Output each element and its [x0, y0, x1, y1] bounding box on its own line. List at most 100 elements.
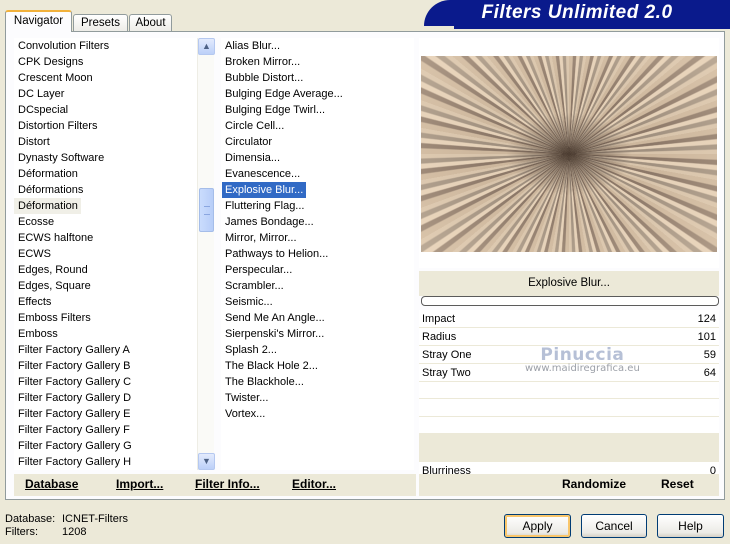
filter-item[interactable]: Evanescence... — [221, 166, 414, 182]
database-value: ICNET-Filters — [62, 513, 128, 525]
tab-about[interactable]: About — [129, 14, 172, 32]
filter-item[interactable]: Sierpenski's Mirror... — [221, 326, 414, 342]
filter-item[interactable]: Broken Mirror... — [221, 54, 414, 70]
category-item[interactable]: Filter Factory Gallery H — [14, 454, 196, 470]
help-button[interactable]: Help — [657, 514, 724, 538]
navigator-toolbar: Database Import... Filter Info... Editor… — [14, 474, 416, 496]
cancel-button[interactable]: Cancel — [581, 514, 647, 538]
category-item[interactable]: ECWS — [14, 246, 196, 262]
filter-item[interactable]: Circle Cell... — [221, 118, 414, 134]
parameter-label: Radius — [422, 331, 457, 343]
filter-item[interactable]: Vortex... — [221, 406, 414, 422]
randomize-button[interactable]: Randomize — [562, 477, 626, 491]
scrollbar-thumb[interactable] — [199, 188, 214, 232]
category-item[interactable]: Filter Factory Gallery G — [14, 438, 196, 454]
category-item[interactable]: Convolution Filters — [14, 38, 196, 54]
parameter-row[interactable]: Impact 124 — [419, 310, 719, 328]
parameter-value: 124 — [697, 313, 716, 325]
filter-item[interactable]: Perspecular... — [221, 262, 414, 278]
filter-item[interactable]: Pathways to Helion... — [221, 246, 414, 262]
filter-info-button[interactable]: Filter Info... — [195, 477, 260, 491]
app-title-banner: Filters Unlimited 2.0 — [424, 0, 730, 29]
category-item[interactable]: Crescent Moon — [14, 70, 196, 86]
category-item[interactable]: Déformations — [14, 182, 196, 198]
parameter-row[interactable] — [419, 417, 719, 434]
category-scrollbar[interactable]: ▲ ▼ — [197, 38, 215, 470]
category-item[interactable]: Filter Factory Gallery F — [14, 422, 196, 438]
category-item[interactable]: Filter Factory Gallery D — [14, 390, 196, 406]
filter-item[interactable]: Bulging Edge Twirl... — [221, 102, 414, 118]
filters-count-value: 1208 — [62, 526, 87, 538]
import-button[interactable]: Import... — [116, 477, 163, 491]
preview-frame — [419, 38, 719, 268]
filter-item[interactable]: Twister... — [221, 390, 414, 406]
parameter-label: Stray One — [422, 349, 472, 361]
filters-count-label: Filters: — [5, 526, 38, 538]
parameter-row[interactable] — [419, 382, 719, 399]
category-list[interactable]: Convolution Filters CPK Designs Crescent M… — [14, 38, 196, 470]
reset-button[interactable]: Reset — [661, 477, 694, 491]
category-item[interactable]: Emboss — [14, 326, 196, 342]
preview-toolbar: Randomize Reset — [419, 474, 719, 496]
parameter-row[interactable]: Radius 101 — [419, 328, 719, 346]
category-item[interactable]: Distortion Filters — [14, 118, 196, 134]
filter-item[interactable]: Dimensia... — [221, 150, 414, 166]
parameter-value: 64 — [703, 367, 716, 379]
category-item[interactable]: Filter Factory Gallery C — [14, 374, 196, 390]
parameter-label: Stray Two — [422, 367, 471, 379]
filter-item[interactable]: Bubble Distort... — [221, 70, 414, 86]
category-item[interactable]: Edges, Square — [14, 278, 196, 294]
filter-item[interactable]: Explosive Blur... — [221, 181, 307, 199]
filter-list[interactable]: Alias Blur... Broken Mirror... Bubble Dist… — [221, 38, 414, 470]
selected-filter-name: Explosive Blur... — [419, 271, 719, 296]
parameter-spacer — [419, 434, 719, 462]
parameter-value: 101 — [697, 331, 716, 343]
filter-item[interactable]: Bulging Edge Average... — [221, 86, 414, 102]
filter-item[interactable]: The Black Hole 2... — [221, 358, 414, 374]
category-item[interactable]: Emboss Filters — [14, 310, 196, 326]
parameter-label: Impact — [422, 313, 456, 325]
category-item[interactable]: Déformation — [14, 166, 196, 182]
filter-item[interactable]: Mirror, Mirror... — [221, 230, 414, 246]
chevron-up-icon[interactable]: ▲ — [198, 38, 215, 55]
category-item[interactable]: Filter Factory Gallery B — [14, 358, 196, 374]
filter-item[interactable]: Scrambler... — [221, 278, 414, 294]
filter-item[interactable]: Alias Blur... — [221, 38, 414, 54]
database-label: Database: — [5, 513, 56, 525]
preview-image — [421, 56, 717, 252]
category-item[interactable]: Ecosse — [14, 214, 196, 230]
filter-item[interactable]: Fluttering Flag... — [221, 198, 414, 214]
category-list-pane: Convolution Filters CPK Designs Crescent M… — [14, 38, 215, 470]
parameter-row[interactable]: Stray Two 64 — [419, 364, 719, 382]
parameter-row[interactable]: Stray One 59 — [419, 346, 719, 364]
category-item[interactable]: DCspecial — [14, 102, 196, 118]
category-item[interactable]: Distort — [14, 134, 196, 150]
category-item[interactable]: ECWS halftone — [14, 230, 196, 246]
filter-item[interactable]: Send Me An Angle... — [221, 310, 414, 326]
filter-item[interactable]: The Blackhole... — [221, 374, 414, 390]
parameter-value: 59 — [703, 349, 716, 361]
category-item[interactable]: Effects — [14, 294, 196, 310]
category-item[interactable]: Filter Factory Gallery E — [14, 406, 196, 422]
parameter-list: Impact 124 Radius 101 Stray One 59 Stray Two 64… — [419, 310, 719, 480]
filter-item[interactable]: Seismic... — [221, 294, 414, 310]
editor-button[interactable]: Editor... — [292, 477, 336, 491]
database-button[interactable]: Database — [25, 477, 78, 491]
apply-button[interactable]: Apply — [504, 514, 571, 538]
tab-presets[interactable]: Presets — [73, 14, 128, 32]
category-item[interactable]: Déformation — [14, 198, 81, 214]
navigator-panel: Convolution Filters CPK Designs Crescent M… — [5, 31, 725, 500]
filter-item[interactable]: Circulator — [221, 134, 414, 150]
tab-navigator[interactable]: Navigator — [5, 10, 72, 32]
database-info: Database: ICNET-Filters Filters: 1208 — [5, 513, 128, 539]
progress-bar — [421, 296, 719, 306]
category-item[interactable]: CPK Designs — [14, 54, 196, 70]
category-item[interactable]: Edges, Round — [14, 262, 196, 278]
chevron-down-icon[interactable]: ▼ — [198, 453, 215, 470]
filter-item[interactable]: Splash 2... — [221, 342, 414, 358]
category-item[interactable]: Filter Factory Gallery A — [14, 342, 196, 358]
filter-item[interactable]: James Bondage... — [221, 214, 414, 230]
category-item[interactable]: Dynasty Software — [14, 150, 196, 166]
parameter-row[interactable] — [419, 399, 719, 417]
category-item[interactable]: DC Layer — [14, 86, 196, 102]
